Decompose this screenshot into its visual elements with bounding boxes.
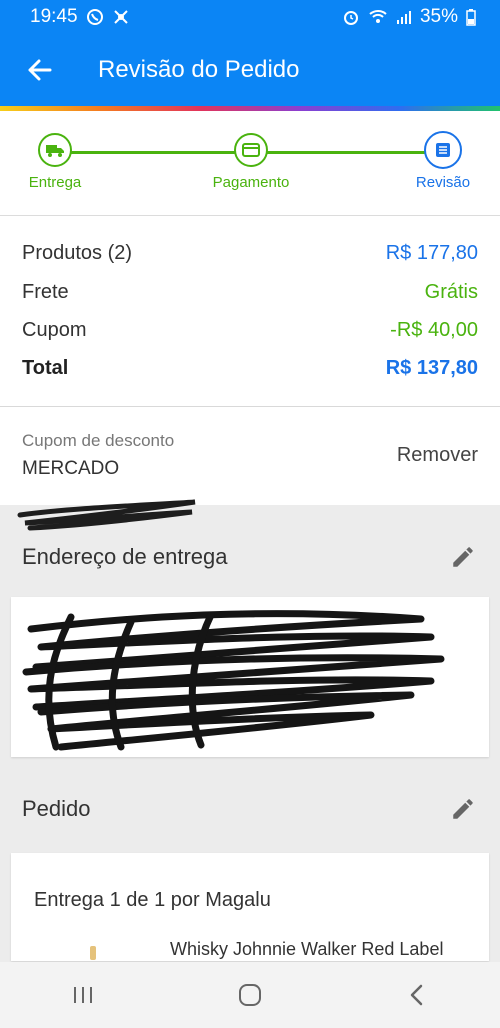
order-summary: Produtos (2) R$ 177,80 Frete Grátis Cupo… — [0, 216, 500, 407]
product-name[interactable]: Whisky Johnnie Walker Red Label — [170, 939, 443, 960]
summary-label: Cupom — [22, 318, 87, 341]
coupon-section: Cupom de desconto MERCADO Remover — [0, 407, 500, 505]
summary-value: R$ 137,80 — [385, 356, 478, 379]
card-icon — [242, 143, 260, 157]
order-section-title: Pedido — [22, 796, 91, 821]
summary-value: R$ 177,80 — [385, 241, 478, 264]
battery-icon — [466, 8, 476, 26]
page-title: Revisão do Pedido — [98, 56, 300, 83]
signal-icon — [396, 9, 412, 25]
step-pagamento[interactable]: Pagamento — [206, 133, 296, 191]
summary-row-coupon: Cupom -R$ 40,00 — [22, 316, 478, 344]
status-left: 19:45 — [30, 6, 130, 28]
product-thumbnail — [90, 946, 96, 960]
summary-row-shipping: Frete Grátis — [22, 278, 478, 306]
checkout-stepper: Entrega Pagamento Revisão — [0, 111, 500, 216]
summary-row-total: Total R$ 137,80 — [22, 354, 478, 382]
coupon-label: Cupom de desconto — [22, 431, 175, 450]
summary-label: Produtos (2) — [22, 241, 133, 264]
address-section-title: Endereço de entrega — [22, 544, 228, 569]
step-circle — [424, 131, 462, 169]
alarm-icon — [342, 8, 360, 26]
step-revisao[interactable]: Revisão — [398, 131, 488, 191]
whatsapp-icon — [86, 8, 104, 26]
back-nav-button[interactable] — [372, 970, 462, 1020]
step-label: Entrega — [28, 174, 82, 191]
status-bar: 19:45 35% — [0, 0, 500, 34]
redaction-scribble — [22, 610, 445, 751]
address-section-header: Endereço de entrega — [0, 522, 500, 592]
delivery-title: Entrega 1 de 1 por Magalu — [34, 889, 271, 911]
summary-value: Grátis — [424, 280, 478, 303]
step-label: Pagamento — [212, 174, 290, 191]
wifi-icon — [368, 9, 388, 25]
address-card[interactable] — [11, 597, 489, 757]
screen: 19:45 35% Revisão do Pedido Entrega Paga… — [0, 0, 500, 1028]
recent-apps-icon — [74, 987, 93, 1003]
edit-address-button[interactable] — [450, 544, 476, 570]
pencil-icon — [453, 799, 473, 819]
step-label: Revisão — [415, 174, 471, 191]
order-card: Entrega 1 de 1 por Magalu Whisky Johnnie… — [11, 853, 489, 961]
clock: 19:45 — [30, 6, 78, 27]
recent-apps-button[interactable] — [38, 970, 128, 1020]
app-bar: Revisão do Pedido — [0, 34, 500, 106]
home-icon — [238, 984, 261, 1006]
summary-value: -R$ 40,00 — [390, 318, 478, 341]
step-circle — [234, 133, 268, 167]
summary-label: Frete — [22, 280, 69, 303]
arrow-back-icon — [28, 59, 52, 81]
coupon-code: MERCADO — [22, 458, 120, 479]
edit-order-button[interactable] — [450, 796, 476, 822]
step-circle — [38, 133, 72, 167]
back-button[interactable] — [0, 34, 80, 106]
settings-app-icon — [112, 8, 130, 26]
order-section-header: Pedido — [0, 774, 500, 844]
pencil-icon — [453, 547, 473, 567]
truck-icon — [46, 145, 64, 157]
status-right: 35% — [342, 6, 476, 28]
system-nav-bar — [0, 962, 500, 1028]
step-entrega[interactable]: Entrega — [10, 133, 100, 191]
remove-coupon-button[interactable]: Remover — [397, 444, 478, 467]
summary-label: Total — [22, 356, 69, 379]
home-button[interactable] — [205, 970, 295, 1020]
back-icon — [410, 984, 422, 1006]
list-icon — [436, 143, 450, 157]
battery-percentage: 35% — [419, 6, 458, 27]
summary-row-products: Produtos (2) R$ 177,80 — [22, 239, 478, 267]
